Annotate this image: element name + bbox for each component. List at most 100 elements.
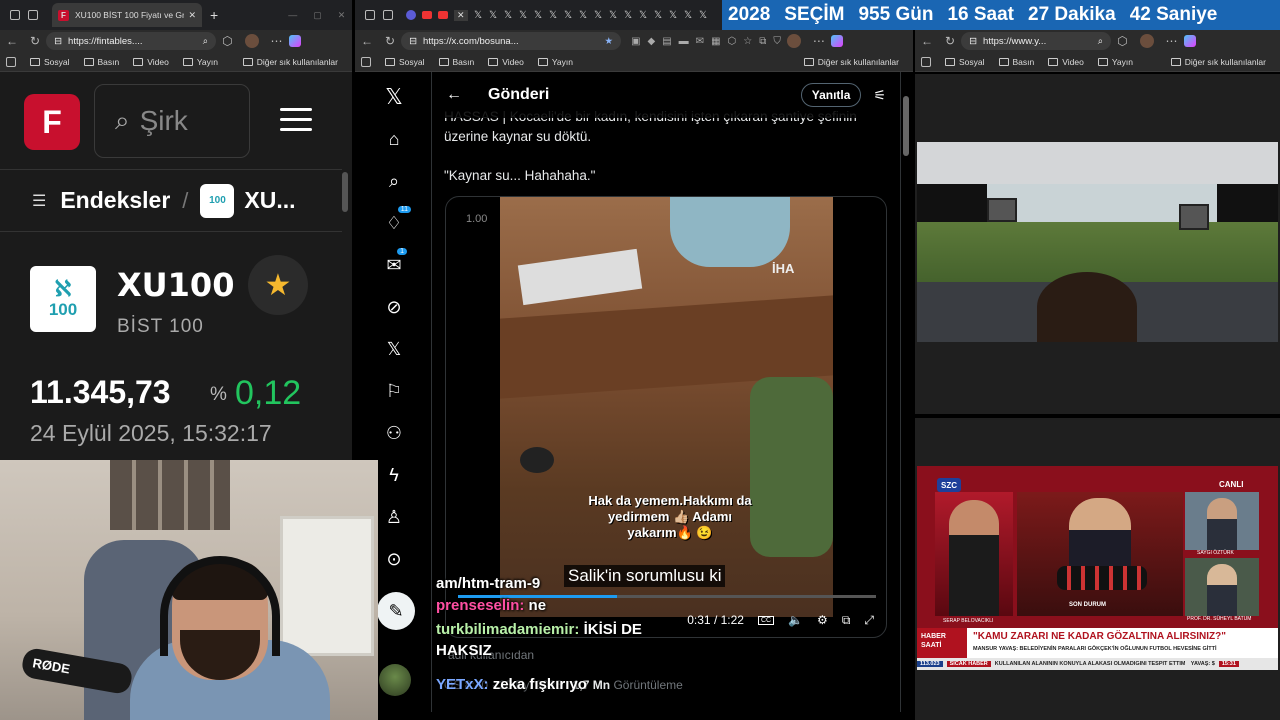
- chat-text: ne: [528, 597, 547, 614]
- url-field[interactable]: ⊟ https://fintables.... ⌕: [46, 32, 217, 50]
- bookmark-sosyal[interactable]: Sosyal: [385, 57, 425, 67]
- video-frame: İHA Hak da yemem.Hakkımı da yedirmem 👍🏼 …: [500, 197, 833, 617]
- program-label: HABER SAATİ: [917, 628, 967, 658]
- profile-avatar[interactable]: [1139, 34, 1154, 48]
- collections-icon[interactable]: [361, 56, 371, 67]
- collections-icon[interactable]: [6, 56, 16, 67]
- tab-actions-icon[interactable]: [383, 10, 393, 20]
- bookmark-yayin[interactable]: Yayın: [182, 57, 218, 67]
- tab-favicons: ✕ 𝕏𝕏𝕏𝕏𝕏𝕏𝕏𝕏𝕏𝕏𝕏𝕏𝕏𝕏𝕏𝕏: [403, 9, 711, 21]
- extension-icons[interactable]: ▣ ◆ ▤ ▬ ✉ ▦ ⬡ ☆ ⧉ ⛉: [631, 36, 781, 47]
- breadcrumb-endeksler[interactable]: Endeksler: [60, 187, 170, 214]
- post-header: ← Gönderi Yanıtla ⚟: [432, 72, 900, 118]
- logo-swirl-icon: ℵ: [54, 276, 72, 301]
- bookmark-video[interactable]: Video: [488, 57, 524, 67]
- home-icon[interactable]: ⌂: [379, 124, 409, 154]
- profile-avatar[interactable]: [786, 34, 801, 48]
- reload-icon[interactable]: ↻: [30, 34, 40, 48]
- extensions-icon[interactable]: ⬡: [222, 34, 232, 48]
- profile-avatar[interactable]: [244, 34, 259, 48]
- bookmark-sosyal[interactable]: Sosyal: [945, 57, 985, 67]
- paper-stack: [517, 248, 643, 306]
- copilot-icon[interactable]: [1183, 35, 1196, 47]
- fintables-logo[interactable]: F: [24, 94, 80, 150]
- scrollbar[interactable]: [342, 172, 348, 212]
- close-tab-icon[interactable]: ✕: [454, 9, 468, 21]
- site-info-icon: ⊟: [969, 35, 978, 47]
- back-icon[interactable]: ←: [921, 34, 933, 48]
- new-tab-button[interactable]: +: [210, 7, 218, 23]
- bookmark-basin[interactable]: Basın: [438, 57, 474, 67]
- bookmark-yayin[interactable]: Yayın: [537, 57, 573, 67]
- settings-gear-icon[interactable]: ⚙: [817, 613, 828, 627]
- url-field[interactable]: ⊟ https://www.y... ⌕: [961, 32, 1112, 50]
- search-icon[interactable]: ⌕: [379, 166, 409, 196]
- video-player[interactable]: 1.00 İHA Hak da yemem.Hakkımı da yedirme…: [445, 196, 887, 638]
- notifications-icon[interactable]: ♢ 11: [379, 206, 411, 238]
- search-box[interactable]: ⌕ Şirk: [94, 84, 250, 158]
- video-caption: Hak da yemem.Hakkımı da yedirmem 👍🏼 Adam…: [588, 493, 752, 540]
- tab-actions-icon[interactable]: [28, 10, 38, 20]
- maximize-button[interactable]: ▢: [313, 10, 322, 21]
- tram-video[interactable]: [917, 142, 1278, 342]
- back-icon[interactable]: ←: [361, 34, 373, 48]
- speaker-panel: SON DURUM: [1017, 492, 1183, 616]
- collections-icon[interactable]: [921, 56, 931, 67]
- workspace-icon[interactable]: [10, 10, 20, 20]
- workspace-icon[interactable]: [365, 10, 375, 20]
- bookmark-more[interactable]: Diğer sık kullanılanlar: [803, 57, 899, 67]
- messages-icon[interactable]: ✉ 1: [379, 248, 409, 280]
- active-tab[interactable]: F XU100 BİST 100 Fiyatı ve Grafi ✕: [52, 3, 202, 27]
- bookmark-more[interactable]: Diğer sık kullanılanlar: [242, 57, 338, 67]
- bookmark-basin[interactable]: Basın: [998, 57, 1034, 67]
- chat-message-2: prenseselin: ne: [436, 597, 547, 614]
- reload-icon[interactable]: ↻: [945, 34, 955, 48]
- bookmark-video[interactable]: Video: [1048, 57, 1084, 67]
- reply-button[interactable]: Yanıtla: [800, 83, 862, 107]
- fintables-favicon: F: [58, 9, 69, 21]
- close-tab-icon[interactable]: ✕: [188, 10, 196, 21]
- bookmark-video[interactable]: Video: [133, 57, 169, 67]
- url-field[interactable]: ⊟ https://x.com/bosuna... ★: [401, 32, 622, 50]
- tram-ceiling: [917, 142, 1278, 184]
- favorite-star-icon[interactable]: ★: [248, 255, 308, 315]
- verified-orgs-icon[interactable]: ϟ: [379, 460, 409, 490]
- back-arrow-icon[interactable]: ←: [446, 86, 462, 104]
- panel-divider: [915, 414, 1280, 418]
- reload-icon[interactable]: ↻: [385, 34, 395, 48]
- communities-icon[interactable]: ⚇: [379, 418, 409, 448]
- back-icon[interactable]: ←: [6, 34, 18, 48]
- bookmark-yayin[interactable]: Yayın: [1097, 57, 1133, 67]
- copilot-icon[interactable]: [288, 35, 301, 47]
- bookmark-basin[interactable]: Basın: [83, 57, 119, 67]
- chat-username: am/htm-tram-9: [436, 575, 541, 592]
- more-icon[interactable]: ⋯: [1166, 34, 1178, 48]
- volume-icon[interactable]: 🔈: [788, 613, 803, 627]
- star-icon[interactable]: ★: [605, 36, 614, 47]
- more-icon[interactable]: ⋯: [271, 34, 283, 48]
- more-options-icon[interactable]: ⊙: [379, 544, 409, 574]
- settings-sliders-icon[interactable]: ⚟: [873, 87, 886, 104]
- account-avatar[interactable]: [379, 664, 411, 696]
- copilot-icon[interactable]: [830, 35, 843, 47]
- x-scrollbar[interactable]: [903, 96, 909, 156]
- grok-icon[interactable]: ⊘: [379, 292, 409, 322]
- bookmarks-icon[interactable]: ⚐: [379, 376, 409, 406]
- profile-icon[interactable]: ♙: [379, 502, 409, 532]
- compose-post-button[interactable]: ✎: [377, 592, 415, 630]
- premium-x-icon[interactable]: 𝕏: [379, 334, 409, 364]
- news-broadcast[interactable]: SZC CANLI SERAP BELOVACIKLI SON DURUM SA…: [917, 466, 1278, 670]
- close-window-button[interactable]: ✕: [338, 10, 346, 21]
- bookmark-sosyal[interactable]: Sosyal: [30, 57, 70, 67]
- extensions-icon[interactable]: ⬡: [1117, 34, 1127, 48]
- anchor-name: SERAP BELOVACIKLI: [943, 618, 994, 624]
- x-logo-icon[interactable]: 𝕏: [379, 80, 409, 114]
- minimize-button[interactable]: —: [288, 10, 297, 20]
- fullscreen-icon[interactable]: ⤢: [864, 613, 874, 628]
- tram-mirror-right: [1179, 204, 1209, 230]
- pip-icon[interactable]: ⧉: [842, 613, 851, 628]
- more-icon[interactable]: ⋯: [813, 34, 825, 48]
- bookmark-more[interactable]: Diğer sık kullanılanlar: [1170, 57, 1266, 67]
- hamburger-menu-icon[interactable]: [280, 108, 312, 131]
- search-placeholder: Şirk: [139, 105, 188, 136]
